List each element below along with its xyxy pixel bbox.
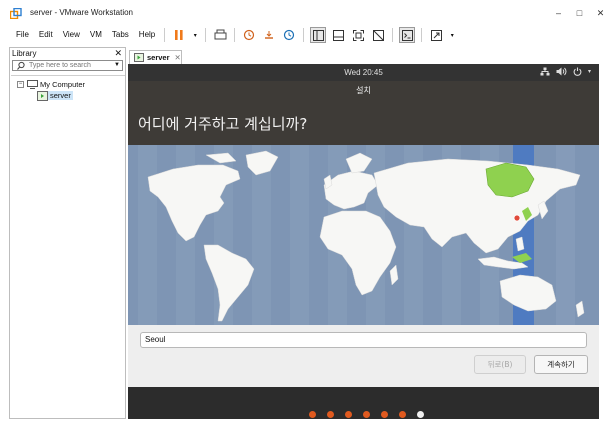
window-title: server - VMware Workstation: [30, 8, 133, 17]
progress-dot: [327, 411, 334, 418]
timezone-map[interactable]: [128, 145, 599, 325]
vmware-logo-icon: [10, 8, 22, 19]
guest-screen[interactable]: Wed 20:45 ▾ 설치 어디에 거주하고 계십니까? Seoul 뒤로(B…: [128, 64, 599, 419]
tree-node-server[interactable]: server: [37, 90, 73, 101]
tree-label-server: server: [48, 91, 73, 100]
title-bar: server - VMware Workstation – □ ✕: [0, 0, 611, 26]
search-dropdown-icon[interactable]: ▼: [114, 62, 120, 68]
toolbar-separator: [164, 28, 166, 42]
tab-label: server: [147, 53, 170, 62]
progress-dot: [363, 411, 370, 418]
stretch-guest-icon[interactable]: [428, 27, 444, 43]
guest-clock[interactable]: Wed 20:45: [128, 68, 599, 77]
tab-close-button[interactable]: ✕: [175, 53, 181, 62]
tree-label-my-computer: My Computer: [40, 80, 86, 89]
location-pin-icon: [513, 214, 521, 222]
toolbar-separator: [392, 28, 394, 42]
location-question: 어디에 거주하고 계십니까?: [138, 115, 308, 133]
guest-top-bar: Wed 20:45 ▾: [128, 64, 599, 81]
menu-vm[interactable]: VM: [85, 26, 107, 44]
full-screen-icon[interactable]: [350, 27, 366, 43]
back-button[interactable]: 뒤로(B): [474, 355, 526, 374]
power-icon[interactable]: [573, 67, 582, 76]
progress-dot: [345, 411, 352, 418]
console-view-icon[interactable]: [399, 27, 416, 43]
minimize-button[interactable]: –: [548, 0, 569, 26]
tab-server[interactable]: server ✕: [129, 50, 182, 64]
location-panel: Seoul 뒤로(B) 계속하기: [128, 325, 599, 387]
progress-dot-current: [417, 411, 424, 418]
send-keys-icon[interactable]: [212, 27, 228, 43]
vm-tab-icon: [134, 53, 144, 62]
library-close-button[interactable]: ✕: [114, 48, 122, 59]
installer-header: 설치 어디에 거주하고 계십니까?: [128, 81, 599, 155]
system-menu-dropdown-icon[interactable]: ▾: [588, 68, 591, 75]
library-search-input[interactable]: [26, 62, 106, 69]
library-title: Library: [12, 49, 37, 58]
progress-dot: [309, 411, 316, 418]
toolbar-separator: [303, 28, 305, 42]
pause-dropdown-icon[interactable]: ▾: [191, 27, 199, 43]
progress-dot: [399, 411, 406, 418]
library-search[interactable]: ▼: [12, 60, 123, 71]
stretch-dropdown-icon[interactable]: ▾: [448, 27, 456, 43]
vm-icon: [37, 90, 48, 101]
menu-help[interactable]: Help: [134, 26, 160, 44]
library-header: Library ✕: [10, 48, 125, 59]
menu-file[interactable]: File: [11, 26, 34, 44]
collapse-icon[interactable]: −: [17, 81, 24, 88]
computer-icon: [27, 80, 38, 89]
library-panel: Library ✕ ▼ − My Computer server: [9, 47, 126, 419]
installer-footer: [128, 387, 599, 419]
progress-dot: [381, 411, 388, 418]
snapshot-manager-icon[interactable]: [281, 27, 297, 43]
library-tree: − My Computer server: [11, 75, 125, 418]
toolbar-separator: [205, 28, 207, 42]
maximize-button[interactable]: □: [569, 0, 590, 26]
volume-icon[interactable]: [556, 67, 567, 76]
toolbar-separator: [234, 28, 236, 42]
show-library-icon[interactable]: [310, 27, 327, 43]
menu-edit[interactable]: Edit: [34, 26, 58, 44]
thumbnail-bar-icon[interactable]: [330, 27, 346, 43]
tree-node-my-computer[interactable]: − My Computer: [17, 79, 87, 90]
toolbar-separator: [421, 28, 423, 42]
menu-view[interactable]: View: [58, 26, 85, 44]
location-input[interactable]: Seoul: [140, 332, 587, 348]
network-icon[interactable]: [540, 67, 550, 76]
continue-button[interactable]: 계속하기: [534, 355, 588, 374]
progress-dots: [309, 411, 424, 418]
revert-snapshot-icon[interactable]: [261, 27, 277, 43]
close-button[interactable]: ✕: [590, 0, 611, 26]
menu-bar: File Edit View VM Tabs Help ▾ ▾: [0, 26, 611, 44]
pause-icon[interactable]: [171, 27, 187, 43]
unity-icon[interactable]: [370, 27, 386, 43]
installer-title: 설치: [356, 86, 371, 95]
menu-tabs[interactable]: Tabs: [107, 26, 134, 44]
search-icon: [17, 61, 25, 70]
snapshot-icon[interactable]: [241, 27, 257, 43]
